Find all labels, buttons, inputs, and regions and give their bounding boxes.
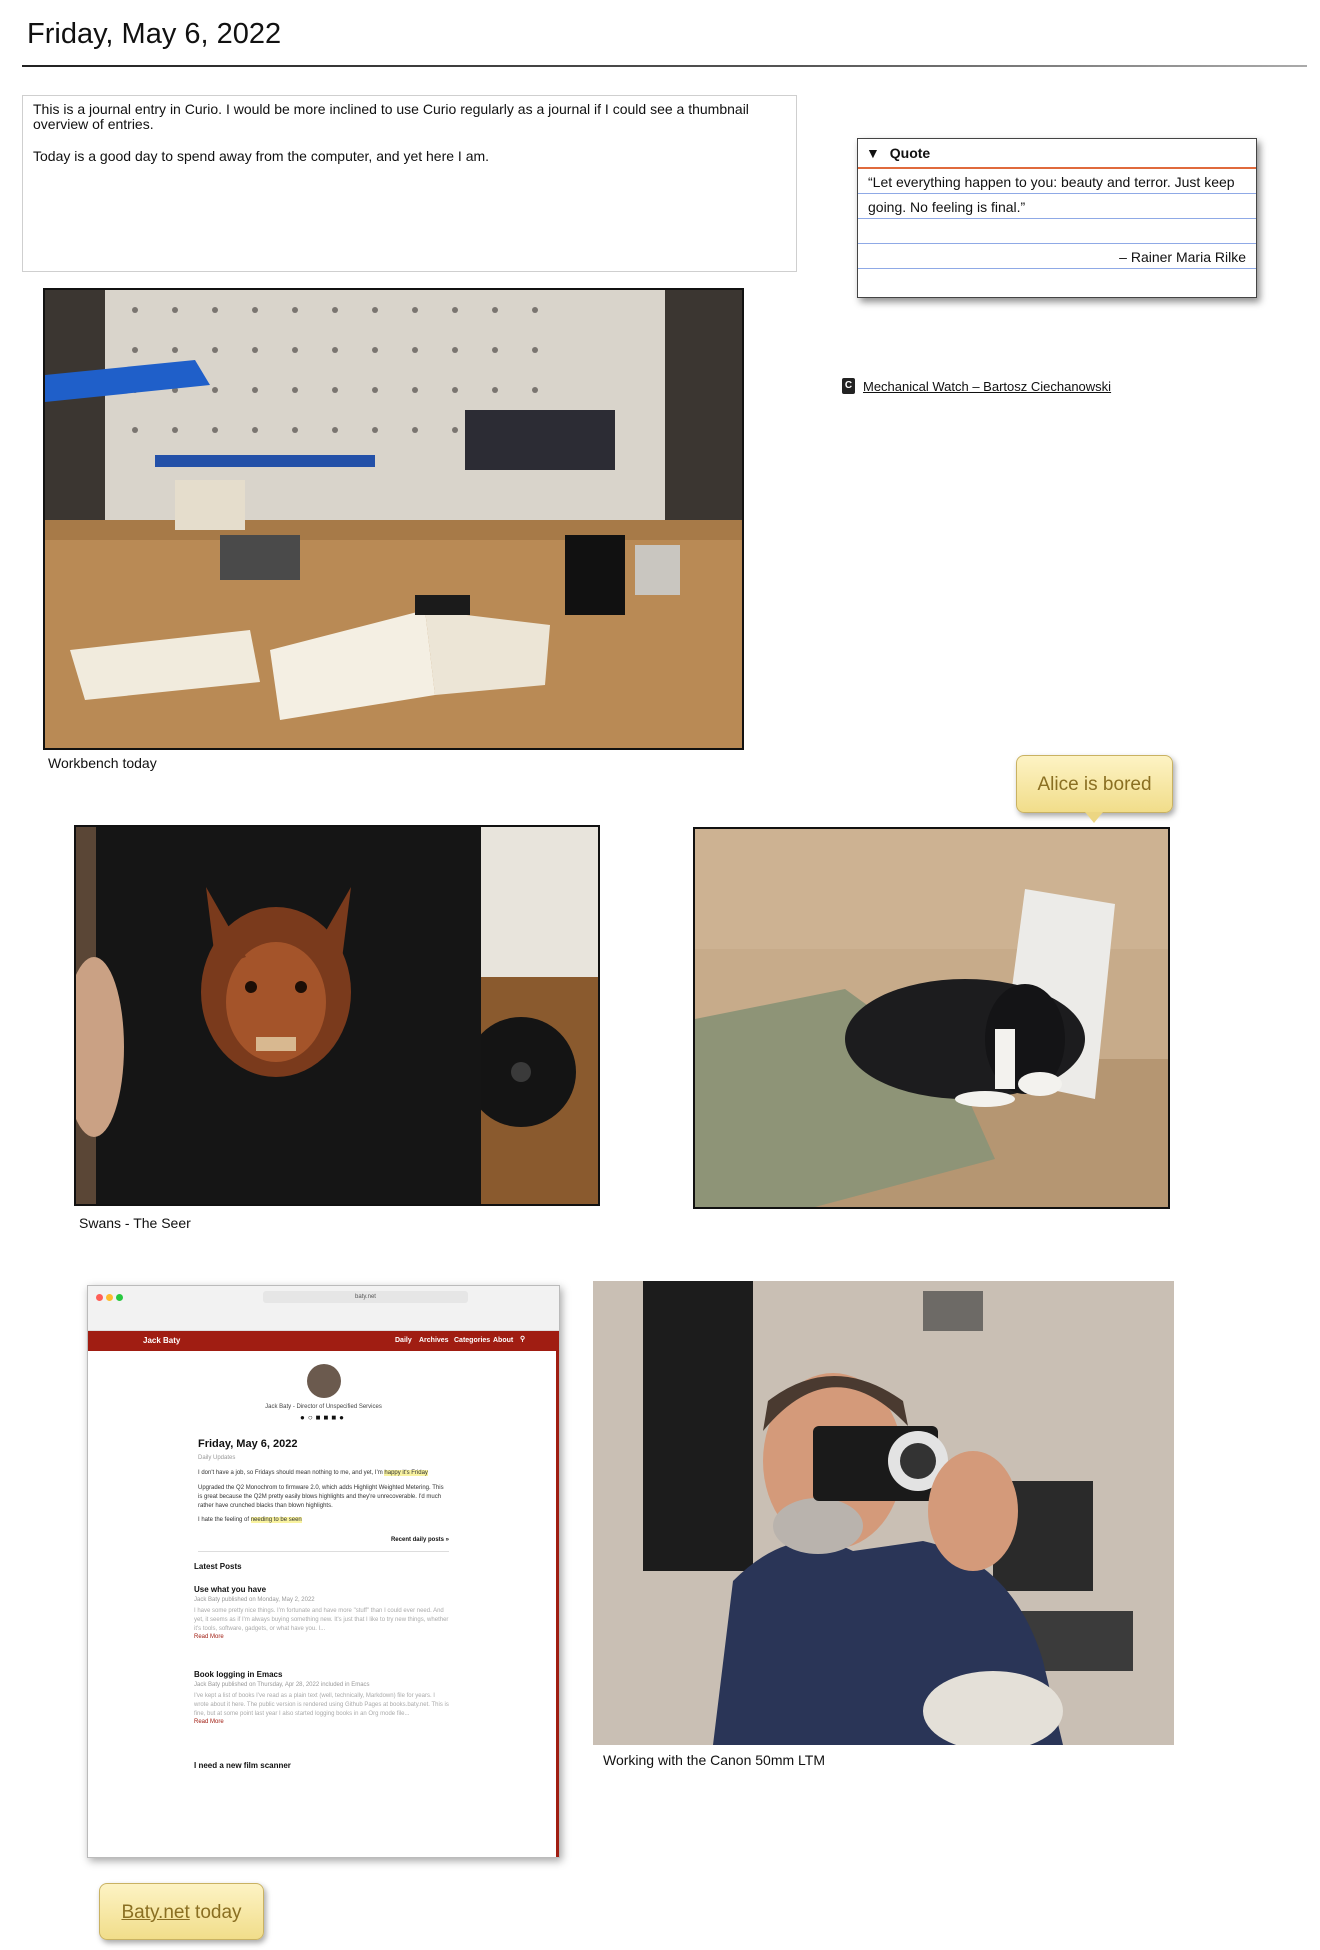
quote-line-empty: [858, 219, 1256, 244]
quote-attribution: – Rainer Maria Rilke: [858, 244, 1256, 269]
journal-paragraph-2: Today is a good day to spend away from t…: [33, 148, 490, 164]
quote-line-1: “Let everything happen to you: beauty an…: [858, 169, 1256, 194]
swans-album-image: [76, 827, 598, 1204]
post-paragraph-3: I hate the feeling of needing to be seen: [198, 1517, 449, 1523]
swans-caption: Swans - The Seer: [79, 1215, 191, 1231]
post-paragraph-1-text: I don't have a job, so Fridays should me…: [198, 1470, 385, 1476]
post2-read-more[interactable]: Read More: [194, 1719, 449, 1725]
baty-net-link[interactable]: Baty.net: [121, 1902, 189, 1923]
site-tagline: Jack Baty - Director of Unspecified Serv…: [265, 1404, 382, 1410]
swans-photo[interactable]: [74, 825, 600, 1206]
latest-posts-heading: Latest Posts: [194, 1562, 242, 1571]
post-paragraph-1-highlight: happy it's Friday: [384, 1470, 428, 1476]
alice-dog-photo[interactable]: [693, 827, 1170, 1209]
alice-callout[interactable]: Alice is bored: [1016, 755, 1173, 813]
nav-about[interactable]: About: [493, 1337, 513, 1344]
nav-daily[interactable]: Daily: [395, 1337, 412, 1344]
post1-title[interactable]: Use what you have: [194, 1585, 449, 1594]
workbench-photo[interactable]: [43, 288, 744, 750]
recent-daily-link[interactable]: Recent daily posts »: [198, 1537, 449, 1543]
web-link-text[interactable]: Mechanical Watch – Bartosz Ciechanowski: [863, 379, 1111, 394]
dog-on-couch-image: [695, 829, 1168, 1207]
post-paragraph-1: I don't have a job, so Fridays should me…: [198, 1469, 449, 1478]
browser-toolbar: baty.net: [88, 1286, 559, 1331]
close-window-icon[interactable]: [96, 1294, 103, 1301]
nav-archives[interactable]: Archives: [419, 1337, 449, 1344]
page-scrollbar[interactable]: [556, 1350, 559, 1857]
camera-selfie-photo[interactable]: [593, 1281, 1174, 1745]
site-nav-bar: Jack Baty Daily Archives Categories Abou…: [88, 1331, 559, 1351]
quote-header-label: Quote: [889, 145, 931, 161]
post2-meta: Jack Baty published on Thursday, Apr 28,…: [194, 1682, 370, 1688]
post1-meta: Jack Baty published on Monday, May 2, 20…: [194, 1597, 315, 1603]
post-paragraph-3-text: I hate the feeling of: [198, 1517, 251, 1523]
title-divider: [22, 65, 1307, 67]
baty-net-screenshot[interactable]: baty.net Jack Baty Daily Archives Catego…: [87, 1285, 560, 1858]
journal-text-box[interactable]: This is a journal entry in Curio. I woul…: [22, 95, 797, 272]
quote-line-2: going. No feeling is final.”: [858, 194, 1256, 219]
alice-callout-tail: [1085, 812, 1103, 823]
nav-categories[interactable]: Categories: [454, 1337, 490, 1344]
camera-caption: Working with the Canon 50mm LTM: [603, 1752, 826, 1768]
quote-box[interactable]: ▼ Quote “Let everything happen to you: b…: [857, 138, 1257, 298]
post1-excerpt: I have some pretty nice things. I'm fort…: [194, 1608, 449, 1632]
web-link[interactable]: C Mechanical Watch – Bartosz Ciechanowsk…: [842, 378, 1111, 394]
workbench-caption: Workbench today: [48, 755, 157, 771]
post-paragraph-3-highlight: needing to be seen: [250, 1517, 302, 1523]
workbench-image: [45, 290, 742, 748]
avatar: [306, 1364, 341, 1398]
post2-title[interactable]: Book logging in Emacs: [194, 1670, 449, 1679]
camera-selfie-image: [593, 1281, 1174, 1745]
post-title[interactable]: Friday, May 6, 2022: [198, 1438, 449, 1450]
baty-net-callout-text: today: [189, 1902, 242, 1923]
post-meta: Daily Updates: [198, 1455, 236, 1461]
disclosure-triangle-icon[interactable]: ▼: [866, 145, 880, 161]
journal-paragraph-1: This is a journal entry in Curio. I woul…: [33, 101, 749, 132]
bookmark-c-icon: C: [842, 378, 855, 394]
post2-excerpt: I've kept a list of books I've read as a…: [194, 1693, 449, 1717]
baty-net-callout[interactable]: Baty.net today: [99, 1883, 264, 1940]
browser-url-bar[interactable]: baty.net: [263, 1291, 468, 1303]
minimize-window-icon[interactable]: [106, 1294, 113, 1301]
search-icon[interactable]: ⚲: [520, 1335, 525, 1343]
zoom-window-icon[interactable]: [116, 1294, 123, 1301]
post3-title[interactable]: I need a new film scanner: [194, 1761, 449, 1770]
page-title: Friday, May 6, 2022: [27, 18, 282, 50]
post1-read-more[interactable]: Read More: [194, 1634, 449, 1640]
site-content: Jack Baty - Director of Unspecified Serv…: [88, 1364, 559, 1770]
site-name[interactable]: Jack Baty: [143, 1336, 180, 1345]
social-icons[interactable]: ●○■■■●: [198, 1413, 449, 1422]
post-paragraph-2: Upgraded the Q2 Monochrom to firmware 2.…: [198, 1485, 444, 1509]
quote-header[interactable]: ▼ Quote: [858, 139, 1256, 169]
